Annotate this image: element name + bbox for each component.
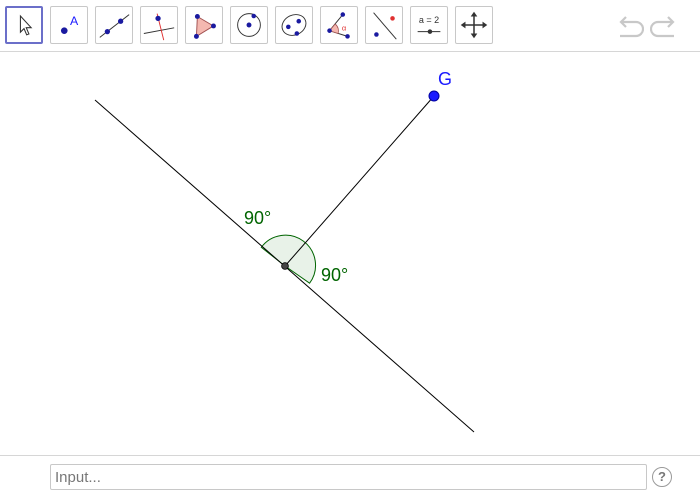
undo-icon [619,16,645,38]
angle-sector[interactable] [260,234,317,284]
redo-button[interactable] [649,12,680,42]
help-icon[interactable]: ? [652,467,672,487]
angle-icon: α [327,12,350,39]
angle-label-lower: 90° [321,265,348,285]
intersection-point[interactable] [281,262,289,270]
undo-button[interactable] [614,12,645,42]
slider-icon: a = 2 [417,15,441,34]
point-g-label: G [438,69,452,89]
line-through-two-points-icon [99,14,130,38]
geometry-canvas: G 90° 90° [94,69,475,433]
perpendicular-line-tool-button[interactable] [140,6,178,44]
perpendicular-line-icon [143,13,175,41]
slider-tool-label: a = 2 [419,15,439,25]
angle-tool-button[interactable]: α [320,6,358,44]
polygon-icon [193,14,216,39]
graphics-view[interactable]: G 90° 90° [0,52,700,455]
point-tool-label: A [70,14,79,28]
reflect-tool-button[interactable] [365,6,403,44]
input-field[interactable] [50,464,647,490]
circle-tool-button[interactable] [230,6,268,44]
circle-center-point-icon [237,13,261,37]
reflect-about-line-icon [373,12,397,40]
pointer-arrow-icon [19,14,33,36]
angle-label-upper: 90° [244,208,271,228]
point-g[interactable] [428,90,440,102]
point-icon: A [60,14,79,34]
ellipse-icon [281,14,307,36]
redo-icon [649,16,675,38]
polygon-tool-button[interactable] [185,6,223,44]
slider-tool-button[interactable]: a = 2 [410,6,448,44]
angle-tool-label: α [342,24,347,33]
move-graphics-view-icon [460,11,488,39]
line-tool-button[interactable] [95,6,133,44]
point-tool-button[interactable]: A [50,6,88,44]
conic-tool-button[interactable] [275,6,313,44]
toolbar: A α a = 2 [0,0,700,52]
input-bar-container: ? [0,455,700,500]
segment-to-g[interactable] [284,95,435,267]
move-graphics-view-tool-button[interactable] [455,6,493,44]
move-tool-button[interactable] [5,6,43,44]
